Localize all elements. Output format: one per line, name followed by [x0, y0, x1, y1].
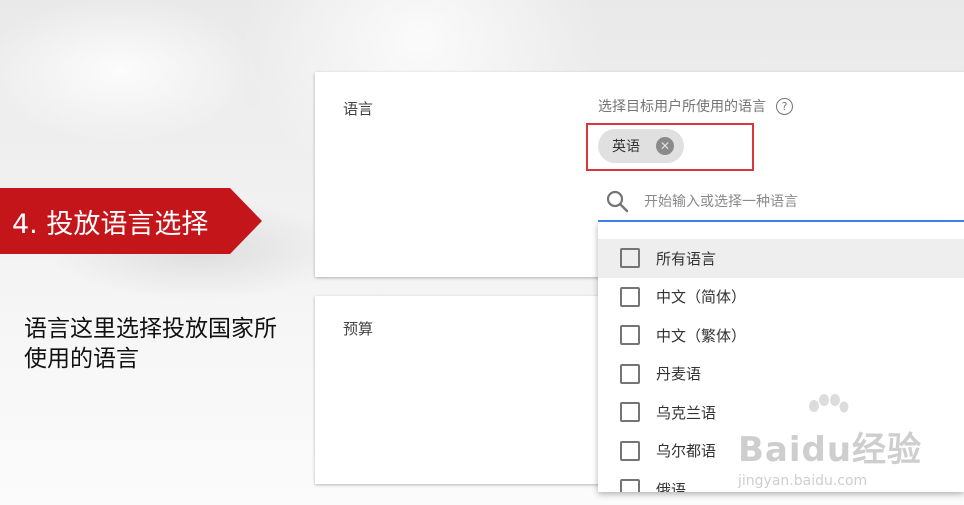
dropdown-option[interactable]: 所有语言	[598, 239, 964, 278]
checkbox[interactable]	[620, 479, 640, 492]
option-label: 乌尔都语	[656, 442, 717, 461]
dropdown-option[interactable]: 丹麦语	[598, 355, 964, 394]
checkbox[interactable]	[620, 402, 640, 423]
paw-icon	[809, 394, 849, 413]
checkbox[interactable]	[620, 286, 640, 307]
language-search-input[interactable]	[642, 193, 946, 211]
dropdown-option[interactable]: 中文（简体）	[598, 278, 964, 317]
checkbox[interactable]	[620, 363, 640, 384]
step-description: 语言这里选择投放国家所使用的语言	[24, 316, 277, 372]
option-label: 所有语言	[656, 249, 717, 268]
checkbox[interactable]	[620, 440, 640, 461]
dropdown-option[interactable]: 中文（繁体）	[598, 316, 964, 355]
option-label: 俄语	[656, 480, 687, 492]
language-hint-text: 选择目标用户所使用的语言	[598, 99, 766, 115]
checkbox[interactable]	[620, 248, 640, 269]
language-section-title: 语言	[343, 100, 374, 118]
option-label: 乌克兰语	[656, 403, 717, 422]
watermark-url: jingyan.baidu.com	[738, 473, 868, 489]
language-search-field	[598, 184, 964, 222]
chip-label: 英语	[612, 139, 640, 155]
language-hint: 选择目标用户所使用的语言 ?	[598, 96, 793, 116]
step-label-text: 4. 投放语言选择	[12, 208, 209, 240]
help-circle-icon[interactable]: ?	[776, 97, 793, 115]
budget-section-title: 预算	[343, 320, 374, 338]
step-label-banner: 4. 投放语言选择	[0, 188, 262, 254]
baidu-watermark: Baidu经验 jingyan.baidu.com	[738, 394, 938, 490]
search-icon	[606, 190, 629, 213]
watermark-logo: Baidu经验	[738, 430, 923, 470]
option-label: 中文（简体）	[656, 288, 747, 307]
selected-language-chip: 英语 ✕	[598, 129, 684, 163]
option-label: 丹麦语	[656, 365, 702, 384]
checkbox[interactable]	[620, 325, 640, 346]
chip-remove-icon[interactable]: ✕	[656, 137, 674, 155]
option-label: 中文（繁体）	[656, 326, 747, 345]
